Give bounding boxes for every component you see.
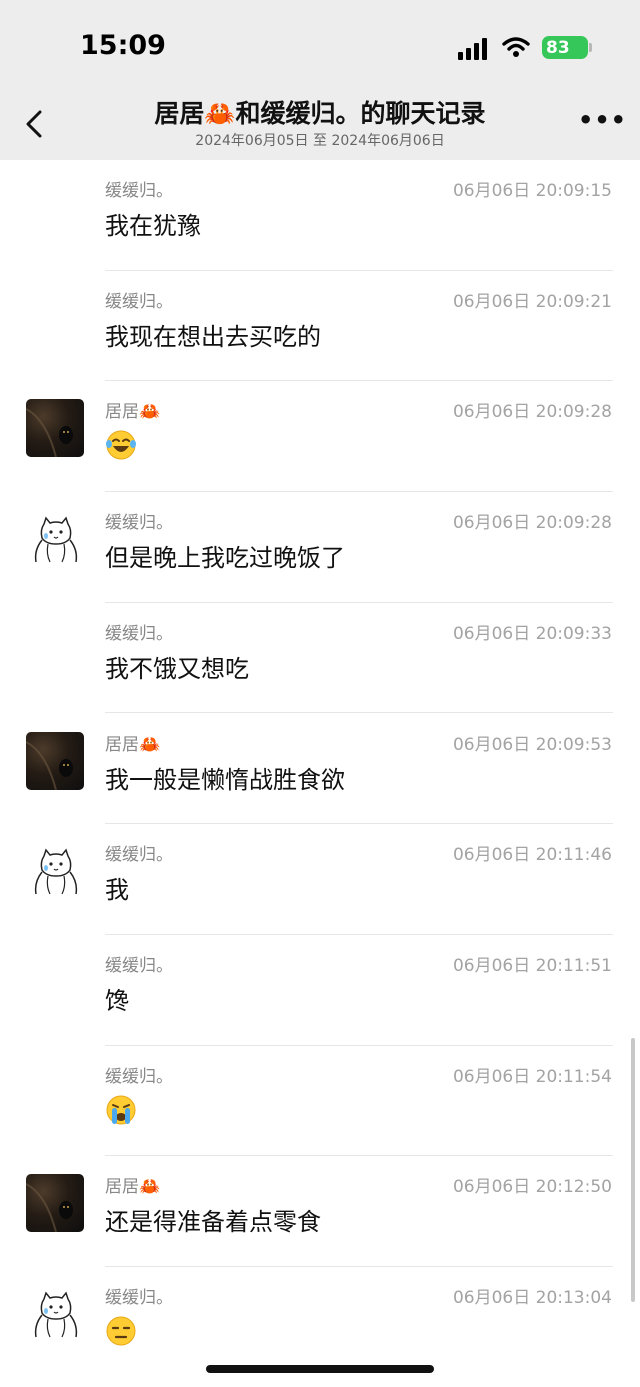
- cat-sketch-avatar-icon: [34, 848, 78, 895]
- sender-name: 缓缓归。: [105, 1288, 173, 1308]
- message-time: 06月06日 20:09:21: [452, 291, 612, 312]
- sender-name: 缓缓归。: [105, 623, 173, 644]
- sender-name: 缓缓归。: [105, 513, 173, 534]
- message-item: 居居🦀 06月06日 20:12:50 还是得准备着点零食: [0, 1156, 640, 1267]
- page-title: 居居🦀和缓缓归。的聊天记录: [154, 99, 486, 128]
- sender-name: 缓缓归。: [105, 291, 173, 312]
- status-bar: 15:09 83: [0, 0, 640, 88]
- message-text: 我在犹豫: [105, 212, 201, 240]
- laughing-tears-emoji-icon: [106, 430, 136, 460]
- avatar[interactable]: [26, 510, 84, 568]
- status-time: 15:09: [80, 30, 166, 61]
- battery-level: 83: [546, 37, 570, 58]
- message-item: 居居🦀 06月06日 20:09:28: [0, 381, 640, 493]
- cellular-signal-icon: [458, 38, 487, 60]
- dark-photo-avatar-icon: [26, 399, 84, 458]
- message-item: 缓缓归。 06月06日 20:09:15 我在犹豫: [0, 160, 640, 271]
- sender-name: 缓缓归。: [105, 955, 173, 976]
- message-item: 居居🦀 06月06日 20:09:53 我一般是懒惰战胜食欲: [0, 714, 640, 825]
- message-item: 缓缓归。 06月06日 20:11:51 馋: [0, 935, 640, 1046]
- sender-name: 居居🦀: [105, 1177, 161, 1198]
- message-time: 06月06日 20:13:04: [452, 1288, 612, 1308]
- message-item: 缓缓归。 06月06日 20:09:21 我现在想出去买吃的: [0, 271, 640, 382]
- avatar[interactable]: [26, 731, 84, 790]
- expressionless-emoji-icon: [106, 1316, 136, 1346]
- battery-tip: [589, 43, 592, 52]
- avatar[interactable]: [26, 1285, 84, 1343]
- sender-name: 缓缓归。: [105, 181, 173, 201]
- chat-history-list[interactable]: 缓缓归。 06月06日 20:09:15 我在犹豫 缓缓归。 06月06日 20…: [0, 160, 640, 1387]
- message-text: 我: [105, 876, 129, 905]
- message-item: 缓缓归。 06月06日 20:11:54: [0, 1046, 640, 1157]
- wifi-icon: [502, 37, 530, 57]
- message-time: 06月06日 20:11:51: [452, 955, 612, 976]
- message-text: 我不饿又想吃: [105, 654, 249, 683]
- date-range: 2024年06月05日 至 2024年06月06日: [195, 133, 445, 149]
- cat-sketch-avatar-icon: [34, 1291, 78, 1338]
- message-time: 06月06日 20:11:46: [452, 845, 612, 866]
- scrollbar[interactable]: [631, 1038, 635, 1302]
- avatar[interactable]: [26, 842, 84, 900]
- avatar[interactable]: [26, 1174, 84, 1233]
- nav-bar: 居居🦀和缓缓归。的聊天记录 2024年06月05日 至 2024年06月06日 …: [0, 88, 640, 160]
- battery-indicator: 83: [542, 36, 588, 59]
- sender-name: 居居🦀: [105, 734, 161, 755]
- dark-photo-avatar-icon: [26, 1174, 84, 1233]
- crying-emoji-icon: [106, 1095, 136, 1125]
- sender-name: 缓缓归。: [105, 845, 173, 866]
- home-indicator[interactable]: [206, 1365, 434, 1373]
- message-time: 06月06日 20:09:28: [452, 513, 612, 534]
- dark-photo-avatar-icon: [26, 731, 84, 790]
- message-time: 06月06日 20:09:53: [452, 734, 612, 755]
- message-time: 06月06日 20:09:28: [452, 402, 612, 423]
- message-time: 06月06日 20:12:50: [452, 1177, 612, 1198]
- message-item: 缓缓归。 06月06日 20:13:04: [0, 1267, 640, 1378]
- message-text: 我一般是懒惰战胜食欲: [105, 765, 345, 794]
- message-text: 馋: [105, 986, 129, 1015]
- message-text: 还是得准备着点零食: [105, 1208, 321, 1237]
- more-options-icon[interactable]: •••: [578, 108, 626, 134]
- sender-name: 居居🦀: [105, 402, 161, 423]
- sender-name: 缓缓归。: [105, 1066, 173, 1087]
- message-text: 我现在想出去买吃的: [105, 322, 321, 351]
- back-chevron-icon[interactable]: [22, 108, 48, 140]
- message-time: 06月06日 20:09:15: [452, 181, 612, 201]
- message-item: 缓缓归。 06月06日 20:09:28 但是晚上我吃过晚饭了: [0, 492, 640, 603]
- cat-sketch-avatar-icon: [34, 516, 78, 563]
- message-time: 06月06日 20:11:54: [452, 1066, 612, 1087]
- avatar[interactable]: [26, 399, 84, 458]
- message-item: 缓缓归。 06月06日 20:11:46 我: [0, 824, 640, 935]
- message-item: 缓缓归。 06月06日 20:09:33 我不饿又想吃: [0, 603, 640, 714]
- message-text: 但是晚上我吃过晚饭了: [105, 544, 345, 573]
- message-time: 06月06日 20:09:33: [452, 623, 612, 644]
